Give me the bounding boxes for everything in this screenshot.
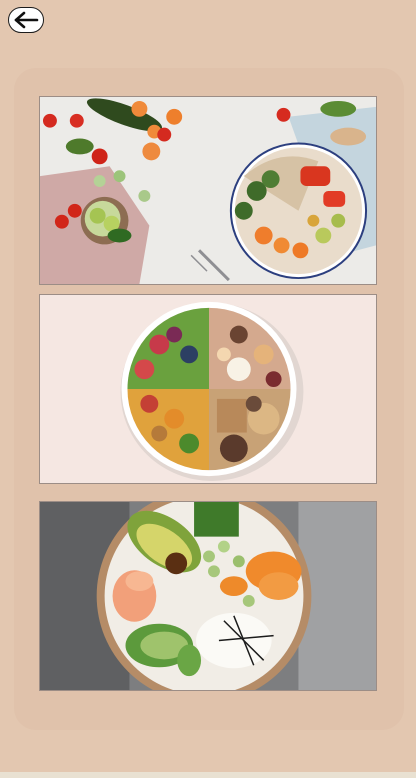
healthy-plate-photo[interactable] (39, 294, 377, 484)
arrow-left-icon (14, 11, 39, 29)
vegetables-bowl-photo[interactable] (39, 96, 377, 285)
poke-bowl-photo[interactable] (39, 501, 377, 691)
bottom-strip (0, 772, 416, 778)
back-button[interactable] (8, 7, 44, 33)
screen (0, 0, 416, 778)
